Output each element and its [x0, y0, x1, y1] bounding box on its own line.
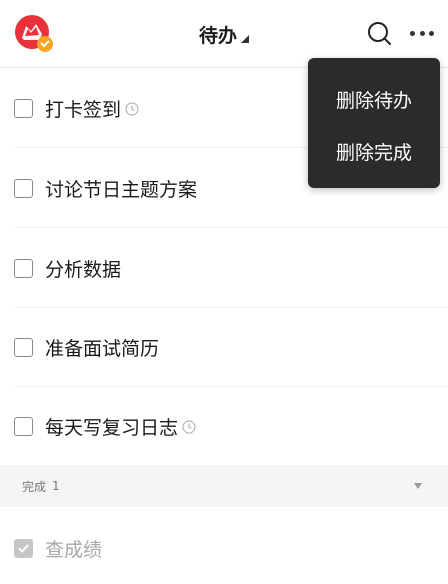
completed-item[interactable]: 查成绩 — [0, 512, 448, 584]
todo-label: 分析数据 — [45, 258, 122, 281]
completed-section-label: 完成 — [22, 479, 47, 494]
todo-checkbox[interactable] — [14, 258, 33, 278]
delete-completed-menu-item[interactable]: 删除完成 — [308, 138, 440, 165]
todo-checkbox[interactable] — [14, 416, 33, 436]
todo-checkbox[interactable] — [14, 178, 33, 198]
avatar[interactable] — [14, 14, 54, 54]
more-menu: 删除待办 删除完成 — [308, 58, 440, 188]
caret-down-icon — [241, 35, 249, 43]
clock-icon — [125, 102, 139, 116]
delete-todos-menu-item[interactable]: 删除待办 — [308, 86, 440, 113]
todo-item[interactable]: 每天写复习日志 — [0, 386, 448, 466]
todo-label: 讨论节日主题方案 — [45, 178, 198, 201]
search-icon[interactable] — [366, 20, 392, 46]
more-icon[interactable] — [408, 20, 436, 46]
todo-checkbox[interactable] — [14, 98, 33, 118]
page-title[interactable]: 待办 — [199, 21, 237, 48]
clock-icon — [182, 420, 196, 434]
checked-checkbox[interactable] — [14, 538, 33, 558]
todo-label: 每天写复习日志 — [45, 416, 179, 439]
checkmark-icon — [18, 543, 29, 553]
todo-item[interactable]: 分析数据 — [0, 228, 448, 308]
todo-label: 准备面试简历 — [45, 337, 160, 360]
todo-label: 打卡签到 — [45, 98, 122, 121]
chevron-down-icon[interactable] — [413, 482, 423, 490]
todo-checkbox[interactable] — [14, 337, 33, 357]
completed-count: 1 — [52, 479, 60, 493]
todo-item[interactable]: 准备面试简历 — [0, 307, 448, 387]
completed-label: 查成绩 — [45, 538, 103, 561]
completed-section-header[interactable]: 完成 1 — [0, 465, 448, 507]
